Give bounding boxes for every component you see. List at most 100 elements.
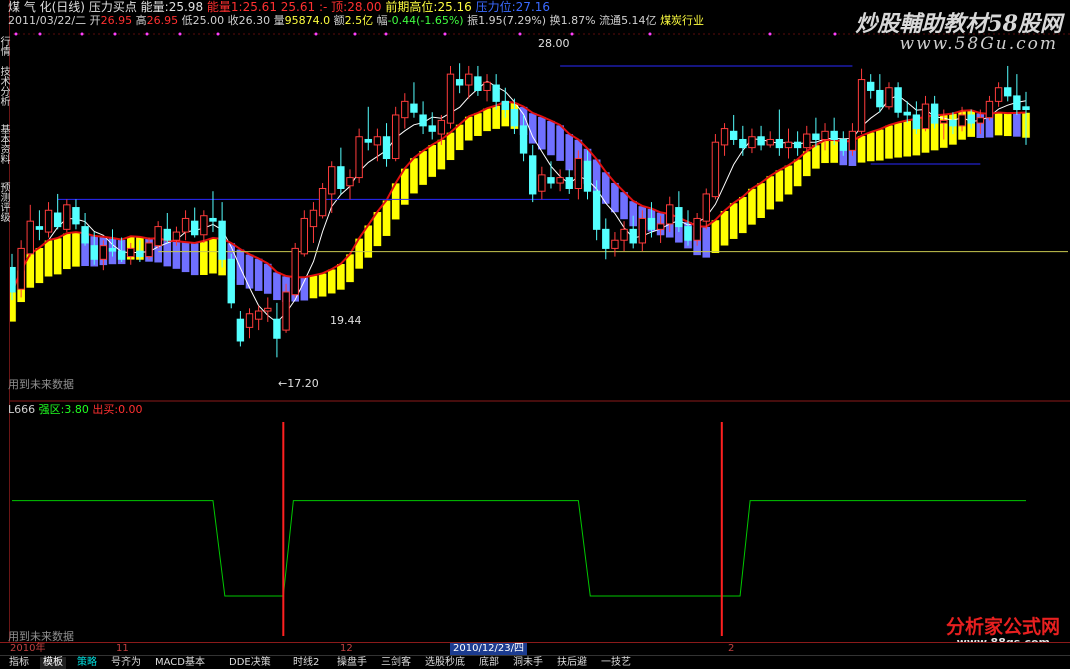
candle-body — [638, 217, 647, 244]
tab-0[interactable]: 指标 — [6, 657, 32, 669]
ribbon-block — [701, 226, 711, 259]
tab-1[interactable]: 模板 — [40, 657, 66, 669]
candle-body — [218, 220, 226, 260]
ribbon-block — [190, 242, 200, 276]
strong-label: 强区: — [38, 403, 65, 416]
candle-body — [602, 228, 610, 249]
candle-body — [876, 89, 884, 108]
tab-5[interactable]: DDE决策 — [226, 657, 274, 669]
tab-3[interactable]: 号齐为 — [108, 657, 144, 669]
top-marker — [216, 32, 220, 36]
candle-body — [547, 177, 555, 184]
candle-body — [529, 155, 537, 195]
float-value: 5.14亿 — [621, 14, 657, 27]
candle-body — [17, 247, 25, 290]
ribbon-block — [199, 240, 209, 276]
left-tab-strip: 行情 技术分析 基本资料 预测评级 — [0, 0, 10, 655]
vol-label: 量 — [273, 14, 285, 27]
left-tab-fundamental[interactable]: 基本资料 — [0, 124, 9, 164]
ribbon-block — [336, 263, 346, 291]
candle-body — [373, 136, 382, 146]
candle-body — [894, 87, 902, 113]
ribbon-block — [318, 273, 328, 298]
strong-value: 3.80 — [64, 403, 89, 416]
tab-9[interactable]: 选股秒底 — [422, 657, 468, 669]
top-marker — [80, 32, 84, 36]
candle-body — [99, 245, 108, 260]
tab-4[interactable]: MACD基本 — [152, 657, 208, 669]
tab-11[interactable]: 洞未手 — [510, 657, 546, 669]
ribbon-block — [710, 219, 720, 254]
candle-body — [583, 160, 592, 192]
candle-body — [108, 247, 117, 252]
ribbon-block — [564, 133, 574, 171]
left-tab-technical[interactable]: 技术分析 — [0, 66, 9, 106]
prev-high-label: 前期高位: — [385, 0, 438, 14]
candle-body — [474, 76, 482, 91]
tab-10[interactable]: 底部 — [476, 657, 502, 669]
candle-body — [556, 177, 564, 184]
open-label: 开 — [89, 14, 101, 27]
top-marker — [314, 32, 318, 36]
candle-body — [264, 307, 272, 312]
top-marker — [443, 32, 447, 36]
candle-body — [209, 217, 217, 222]
date-axis: 2010年 11 12 2010/12/23/四 2 — [0, 642, 1070, 655]
ribbon-block — [44, 239, 53, 278]
candle-body — [976, 117, 985, 124]
top-marker — [384, 32, 388, 36]
left-tab-forecast[interactable]: 预测评级 — [0, 182, 9, 222]
candle-body — [821, 130, 829, 140]
top-marker — [570, 32, 574, 36]
tab-6[interactable]: 时线2 — [290, 657, 322, 669]
tab-7[interactable]: 操盘手 — [334, 657, 370, 669]
ribbon-block — [893, 122, 903, 159]
top-marker — [14, 32, 18, 36]
candle-body — [839, 138, 847, 151]
tab-12[interactable]: 扶后避 — [554, 657, 590, 669]
open-value: 26.95 — [100, 14, 133, 27]
ribbon-block — [738, 196, 748, 234]
turnover-value: 1.87% — [560, 14, 596, 27]
candle-body — [611, 239, 619, 249]
ribbon-block — [857, 135, 866, 164]
candle-body — [145, 242, 153, 258]
ribbon-block — [720, 210, 729, 247]
tab-2[interactable]: 策略 — [74, 657, 100, 669]
candle-body — [154, 226, 162, 247]
ribbon-block — [409, 157, 419, 195]
candle-body — [227, 258, 235, 304]
ribbon-block — [62, 232, 72, 270]
date-label-1: 11 — [116, 643, 129, 654]
candle-body — [903, 111, 911, 116]
candle-body — [949, 119, 957, 127]
change-value: -0.44(-1.65%) — [387, 14, 464, 27]
ribbon-block — [765, 175, 775, 211]
candle-body — [666, 204, 674, 225]
ribbon-block — [263, 263, 273, 295]
ribbon-block — [811, 144, 821, 170]
indicator-name: L666 — [8, 403, 36, 416]
candle-body — [191, 220, 199, 236]
left-tab-quote[interactable]: 行情 — [0, 36, 9, 56]
support2-value: 25.61 :- — [280, 0, 328, 14]
candle-body — [81, 226, 89, 244]
volume-value: 25.98 — [168, 0, 204, 14]
volume-label: 能量: — [140, 0, 169, 14]
industry: 煤炭行业 — [660, 14, 705, 27]
candle-body — [419, 114, 427, 127]
candle-body — [729, 130, 738, 140]
candle-body — [684, 226, 692, 241]
candle-body — [958, 114, 966, 127]
ribbon-block — [793, 158, 803, 187]
indicator-line — [12, 500, 1026, 597]
candle-body — [465, 73, 473, 86]
ribbon-block — [537, 116, 547, 151]
tab-8[interactable]: 三剑客 — [378, 657, 414, 669]
candle-body — [364, 138, 372, 143]
watermark-bottom: 分析家公式网 — [945, 616, 1060, 638]
candle-body — [784, 141, 793, 149]
ribbon-block — [729, 202, 739, 240]
tab-13[interactable]: 一技艺 — [598, 657, 634, 669]
watermark-top-url: www.58Gu.com — [899, 34, 1058, 54]
